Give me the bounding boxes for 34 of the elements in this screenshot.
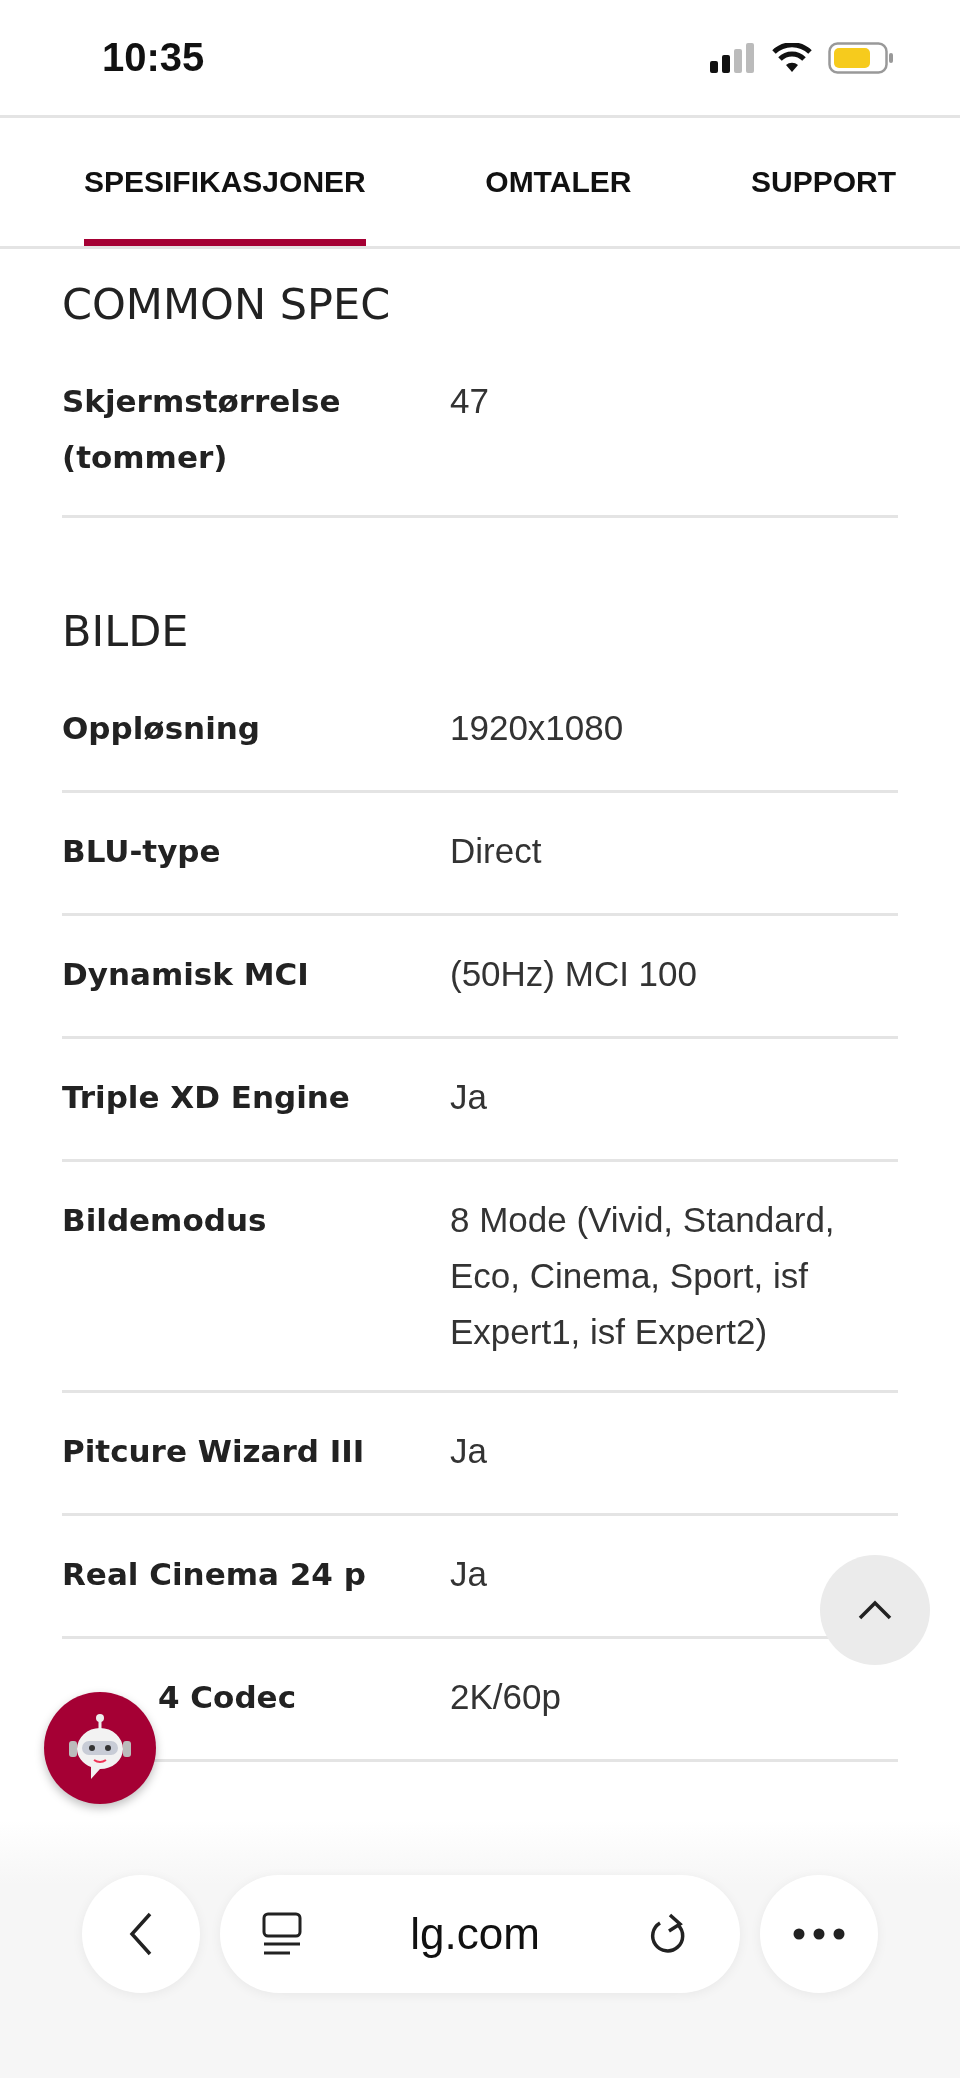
more-icon: [793, 1928, 845, 1940]
spec-label: Real Cinema 24 p: [62, 1555, 367, 1594]
chevron-left-icon: [129, 1912, 153, 1956]
battery-icon: [828, 41, 894, 74]
chevron-up-icon: [857, 1599, 893, 1621]
section-title: COMMON SPEC: [62, 279, 392, 329]
address-bar[interactable]: lg.com: [220, 1875, 740, 1993]
spec-value: Ja: [450, 1076, 488, 1118]
spec-label: Triple XD Engine: [62, 1078, 351, 1117]
spec-value: 1920x1080: [450, 707, 625, 749]
signal-icon: [710, 42, 756, 73]
spec-value: 8 Mode (Vivid, Standard, Eco, Cinema, Sport, isf Expert1, isf Expert2): [450, 1199, 836, 1353]
tab[interactable]: OMTALER: [485, 118, 632, 246]
spec-value: Ja: [450, 1553, 488, 1595]
chatbot-button[interactable]: [44, 1692, 156, 1804]
spec-value: (50Hz) MCI 100: [450, 953, 699, 995]
spec-label: 4 Codec: [157, 1678, 297, 1717]
spec-label: Skjermstørrelse (tommer): [62, 382, 342, 477]
tab[interactable]: SUPPORT: [750, 118, 896, 246]
wifi-icon: [772, 42, 812, 73]
reader-icon: [262, 1912, 302, 1956]
tab[interactable]: SPESIFIKASJONER: [84, 118, 366, 246]
status-time: 10:35: [102, 35, 205, 80]
spec-label: Dynamisk MCI: [62, 955, 310, 994]
spec-label: Bildemodus: [62, 1201, 268, 1240]
spec-value: 2K/60p: [450, 1676, 562, 1718]
address-text: lg.com: [410, 1909, 540, 1959]
spec-label: Oppløsning: [62, 709, 262, 748]
spec-value: Direct: [450, 830, 543, 872]
spec-label: BLU-type: [62, 832, 222, 871]
spec-value: Ja: [450, 1430, 488, 1472]
spec-value: 47: [450, 380, 490, 422]
section-title: BILDE: [62, 606, 190, 656]
spec-label: Pitcure Wizard III: [62, 1432, 366, 1471]
